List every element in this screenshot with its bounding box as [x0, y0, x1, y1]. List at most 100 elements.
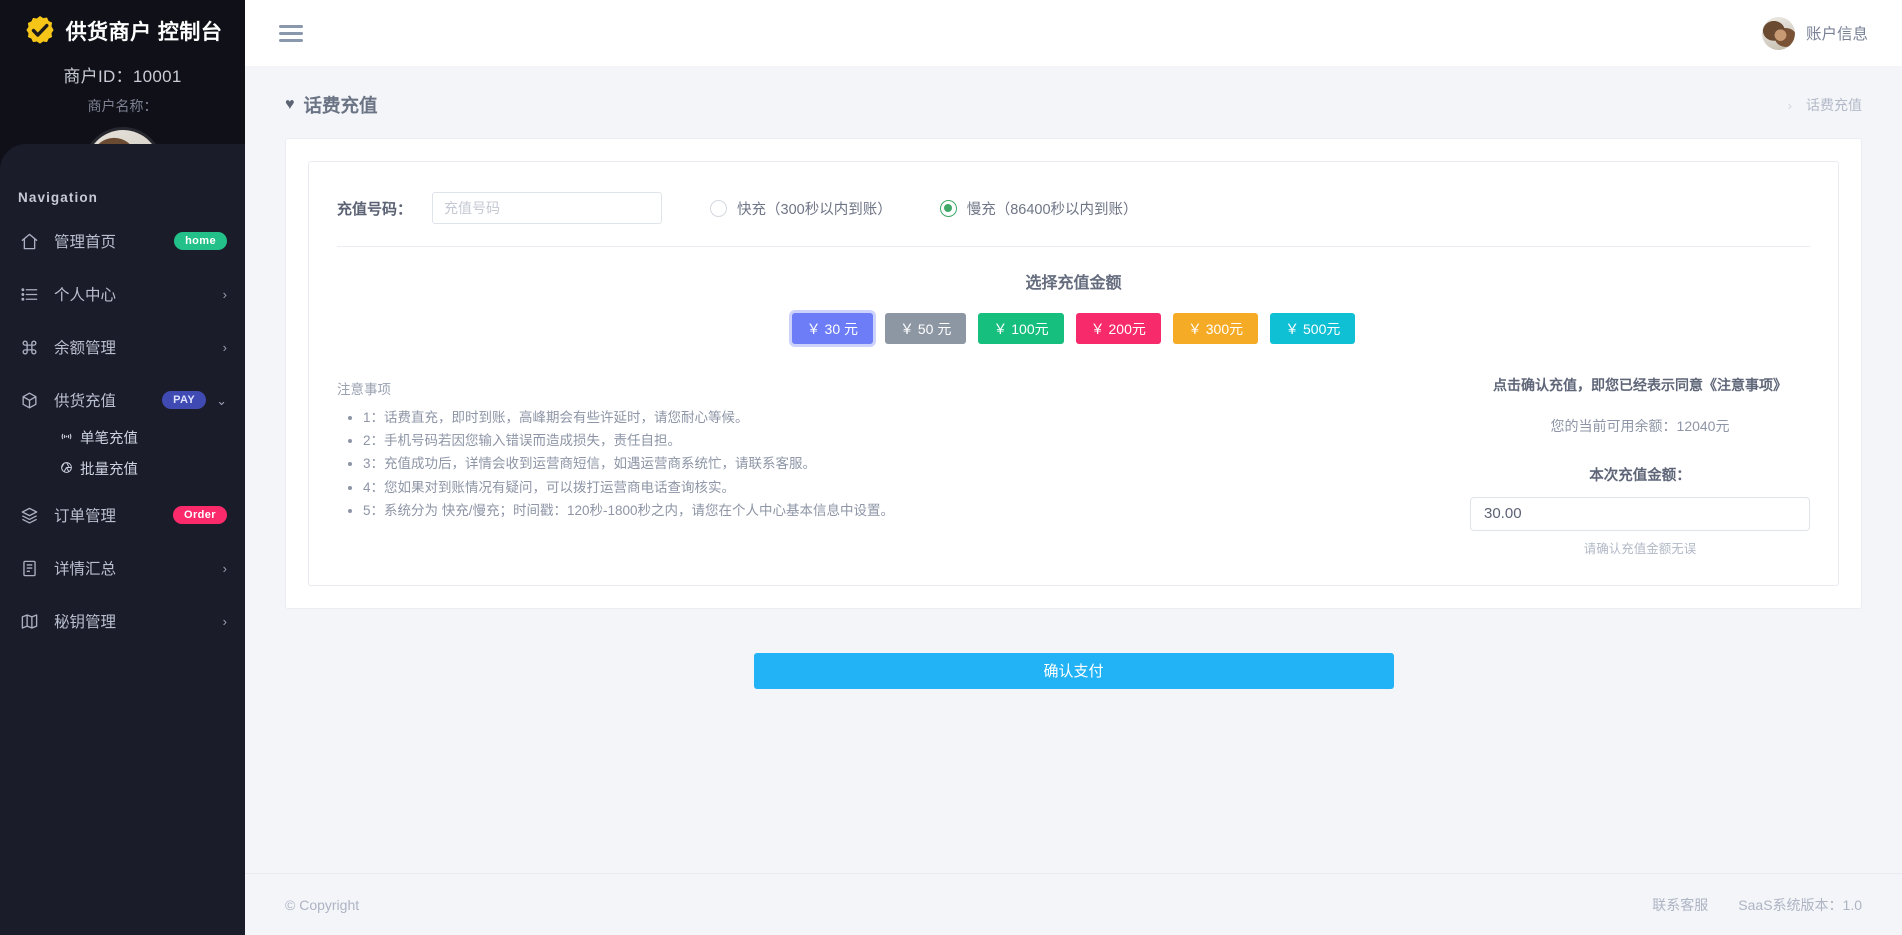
footer-links: 联系客服 SaaS系统版本：1.0 — [1652, 895, 1862, 915]
amount-button-500[interactable]: ￥ 500元 — [1270, 313, 1356, 344]
account-label: 账户信息 — [1805, 26, 1868, 43]
sidebar-item-orders[interactable]: 订单管理 Order — [0, 493, 245, 537]
document-icon — [18, 557, 40, 579]
sidebar-item-label: 供货充值 — [54, 393, 117, 410]
notes-list: 1：话费直充，即时到账，高峰期会有些许延时，请您耐心等候。 2：手机号码若因您输… — [363, 406, 1470, 522]
pay-button-wrap: 确认支付 — [285, 609, 1862, 689]
navigation-panel: Navigation 管理首页 home 个人中心 › 余额管理 › 供货充值 … — [0, 144, 245, 935]
contact-support-link[interactable]: 联系客服 — [1652, 895, 1708, 915]
sidebar-badge-pay: PAY — [162, 391, 207, 409]
speed-option-fast-label: 快充（300秒以内到账） — [737, 201, 892, 218]
sidebar-item-label: 余额管理 — [54, 340, 117, 357]
note-item: 2：手机号码若因您输入错误而造成损失，责任自担。 — [363, 429, 1470, 452]
main-area: 账户信息 ♥ 话费充值 › 话费充值 充值号码： 充值号码 快充（300秒以内到… — [245, 0, 1902, 935]
sidebar-subitem-batch-recharge[interactable]: 批量充值 — [0, 453, 245, 484]
agreement-text: 点击确认充值，即您已经表示同意《注意事项》 — [1493, 377, 1787, 393]
recharge-amount-label: 本次充值金额： — [1589, 467, 1691, 484]
sidebar-item-balance[interactable]: 余额管理 › — [0, 325, 245, 369]
confirm-payment-button[interactable]: 确认支付 — [753, 652, 1394, 689]
page-title-text: 话费充值 — [303, 95, 378, 116]
layers-icon — [18, 504, 40, 526]
sidebar-subitem-label: 单笔充值 — [80, 431, 138, 447]
sidebar-item-home[interactable]: 管理首页 home — [0, 219, 245, 263]
hamburger-icon[interactable] — [279, 21, 303, 46]
chevron-down-icon: ⌄ — [216, 392, 227, 408]
app-root: 供货商户 控制台 商户ID：10001 商户名称： Navigation 管理首… — [0, 0, 1902, 935]
speed-option-slow-label: 慢充（86400秒以内到账） — [966, 201, 1138, 218]
chevron-right-icon: › — [1787, 97, 1792, 113]
summary-block: 点击确认充值，即您已经表示同意《注意事项》 您的当前可用余额：12040元 本次… — [1470, 374, 1810, 557]
breadcrumb-current: 话费充值 — [1806, 97, 1862, 113]
recharge-card: 充值号码： 快充（300秒以内到账） 慢充（86400秒以内到账） 选择充值金额 — [285, 138, 1862, 609]
sidebar-subitem-single-recharge[interactable]: 单笔充值 — [0, 422, 245, 453]
signal-icon — [60, 430, 73, 446]
brand[interactable]: 供货商户 控制台 — [0, 0, 245, 54]
breadcrumb: › 话费充值 — [1788, 95, 1862, 115]
amount-button-200[interactable]: ￥ 200元 — [1075, 313, 1161, 344]
sidebar-item-keys[interactable]: 秘钥管理 › — [0, 599, 245, 643]
list-icon — [18, 283, 40, 305]
sidebar-item-supply-recharge[interactable]: 供货充值 PAY ⌄ — [0, 378, 245, 422]
sidebar-badge-home: home — [174, 232, 227, 250]
page-header: ♥ 话费充值 › 话费充值 — [245, 66, 1902, 118]
merchant-id: 商户ID：10001 — [63, 67, 182, 86]
sidebar-item-label: 秘钥管理 — [54, 614, 117, 631]
lower-section: 注意事项 1：话费直充，即时到账，高峰期会有些许延时，请您耐心等候。 2：手机号… — [337, 374, 1810, 557]
amount-button-300[interactable]: ￥ 300元 — [1172, 313, 1259, 344]
home-icon — [18, 230, 40, 252]
recharge-amount-hint: 请确认充值金额无误 — [1583, 541, 1697, 556]
radio-fast[interactable] — [710, 199, 728, 217]
phone-label: 充值号码： — [337, 200, 413, 218]
topbar: 账户信息 — [245, 0, 1902, 66]
amount-button-100[interactable]: ￥ 100元 — [978, 313, 1064, 344]
note-item: 5：系统分为 快充/慢充；时间戳：120秒-1800秒之内，请您在个人中心基本信… — [363, 499, 1470, 522]
page-title: ♥ 话费充值 — [285, 92, 378, 118]
aperture-icon — [60, 461, 73, 477]
note-item: 3：充值成功后，详情会收到运营商短信，如遇运营商系统忙，请联系客服。 — [363, 452, 1470, 475]
account-menu[interactable]: 账户信息 — [1761, 16, 1868, 50]
user-avatar — [1761, 16, 1795, 50]
speed-option-fast[interactable]: 快充（300秒以内到账） — [710, 198, 892, 219]
sidebar-item-details[interactable]: 详情汇总 › — [0, 546, 245, 590]
radio-slow[interactable] — [939, 199, 957, 217]
chevron-right-icon: › — [222, 339, 227, 355]
recharge-number-input[interactable] — [432, 192, 663, 224]
sidebar-item-label: 详情汇总 — [54, 561, 117, 578]
phone-row: 充值号码： 快充（300秒以内到账） 慢充（86400秒以内到账） — [337, 188, 1810, 246]
amount-button-30[interactable]: ￥ 30 元 — [791, 313, 873, 344]
notes-block: 注意事项 1：话费直充，即时到账，高峰期会有些许延时，请您耐心等候。 2：手机号… — [337, 374, 1470, 522]
amount-button-50[interactable]: ￥ 50 元 — [885, 313, 967, 344]
chevron-right-icon: › — [222, 286, 227, 302]
box-icon — [18, 389, 40, 411]
map-icon — [18, 610, 40, 632]
amount-buttons: ￥ 30 元 ￥ 50 元 ￥ 100元 ￥ 200元 ￥ 300元 ￥ 500… — [337, 313, 1810, 374]
copyright: © Copyright — [285, 896, 360, 913]
sidebar-item-label: 订单管理 — [54, 508, 117, 525]
merchant-name: 商户名称： — [87, 98, 158, 114]
note-item: 1：话费直充，即时到账，高峰期会有些许延时，请您耐心等候。 — [363, 406, 1470, 429]
nav-heading: Navigation — [18, 190, 99, 205]
system-version: SaaS系统版本：1.0 — [1738, 896, 1862, 913]
sidebar-item-label: 个人中心 — [54, 287, 117, 304]
gear-check-icon — [23, 14, 57, 48]
balance-text: 您的当前可用余额：12040元 — [1550, 417, 1730, 434]
chevron-right-icon: › — [222, 560, 227, 576]
speed-option-slow[interactable]: 慢充（86400秒以内到账） — [939, 198, 1138, 219]
sidebar: 供货商户 控制台 商户ID：10001 商户名称： Navigation 管理首… — [0, 0, 245, 935]
recharge-amount-input[interactable] — [1470, 496, 1810, 531]
amount-heading: 选择充值金额 — [1025, 275, 1122, 292]
sidebar-item-label: 管理首页 — [54, 234, 117, 251]
footer: © Copyright 联系客服 SaaS系统版本：1.0 — [245, 873, 1902, 935]
sidebar-subitem-label: 批量充值 — [80, 462, 138, 478]
sidebar-item-profile[interactable]: 个人中心 › — [0, 272, 245, 316]
chevron-right-icon: › — [222, 613, 227, 629]
sidebar-badge-order: Order — [173, 506, 227, 524]
recharge-panel: 充值号码： 快充（300秒以内到账） 慢充（86400秒以内到账） 选择充值金额 — [308, 161, 1839, 586]
content: 充值号码： 快充（300秒以内到账） 慢充（86400秒以内到账） 选择充值金额 — [245, 118, 1902, 873]
brand-title: 供货商户 控制台 — [65, 21, 223, 44]
